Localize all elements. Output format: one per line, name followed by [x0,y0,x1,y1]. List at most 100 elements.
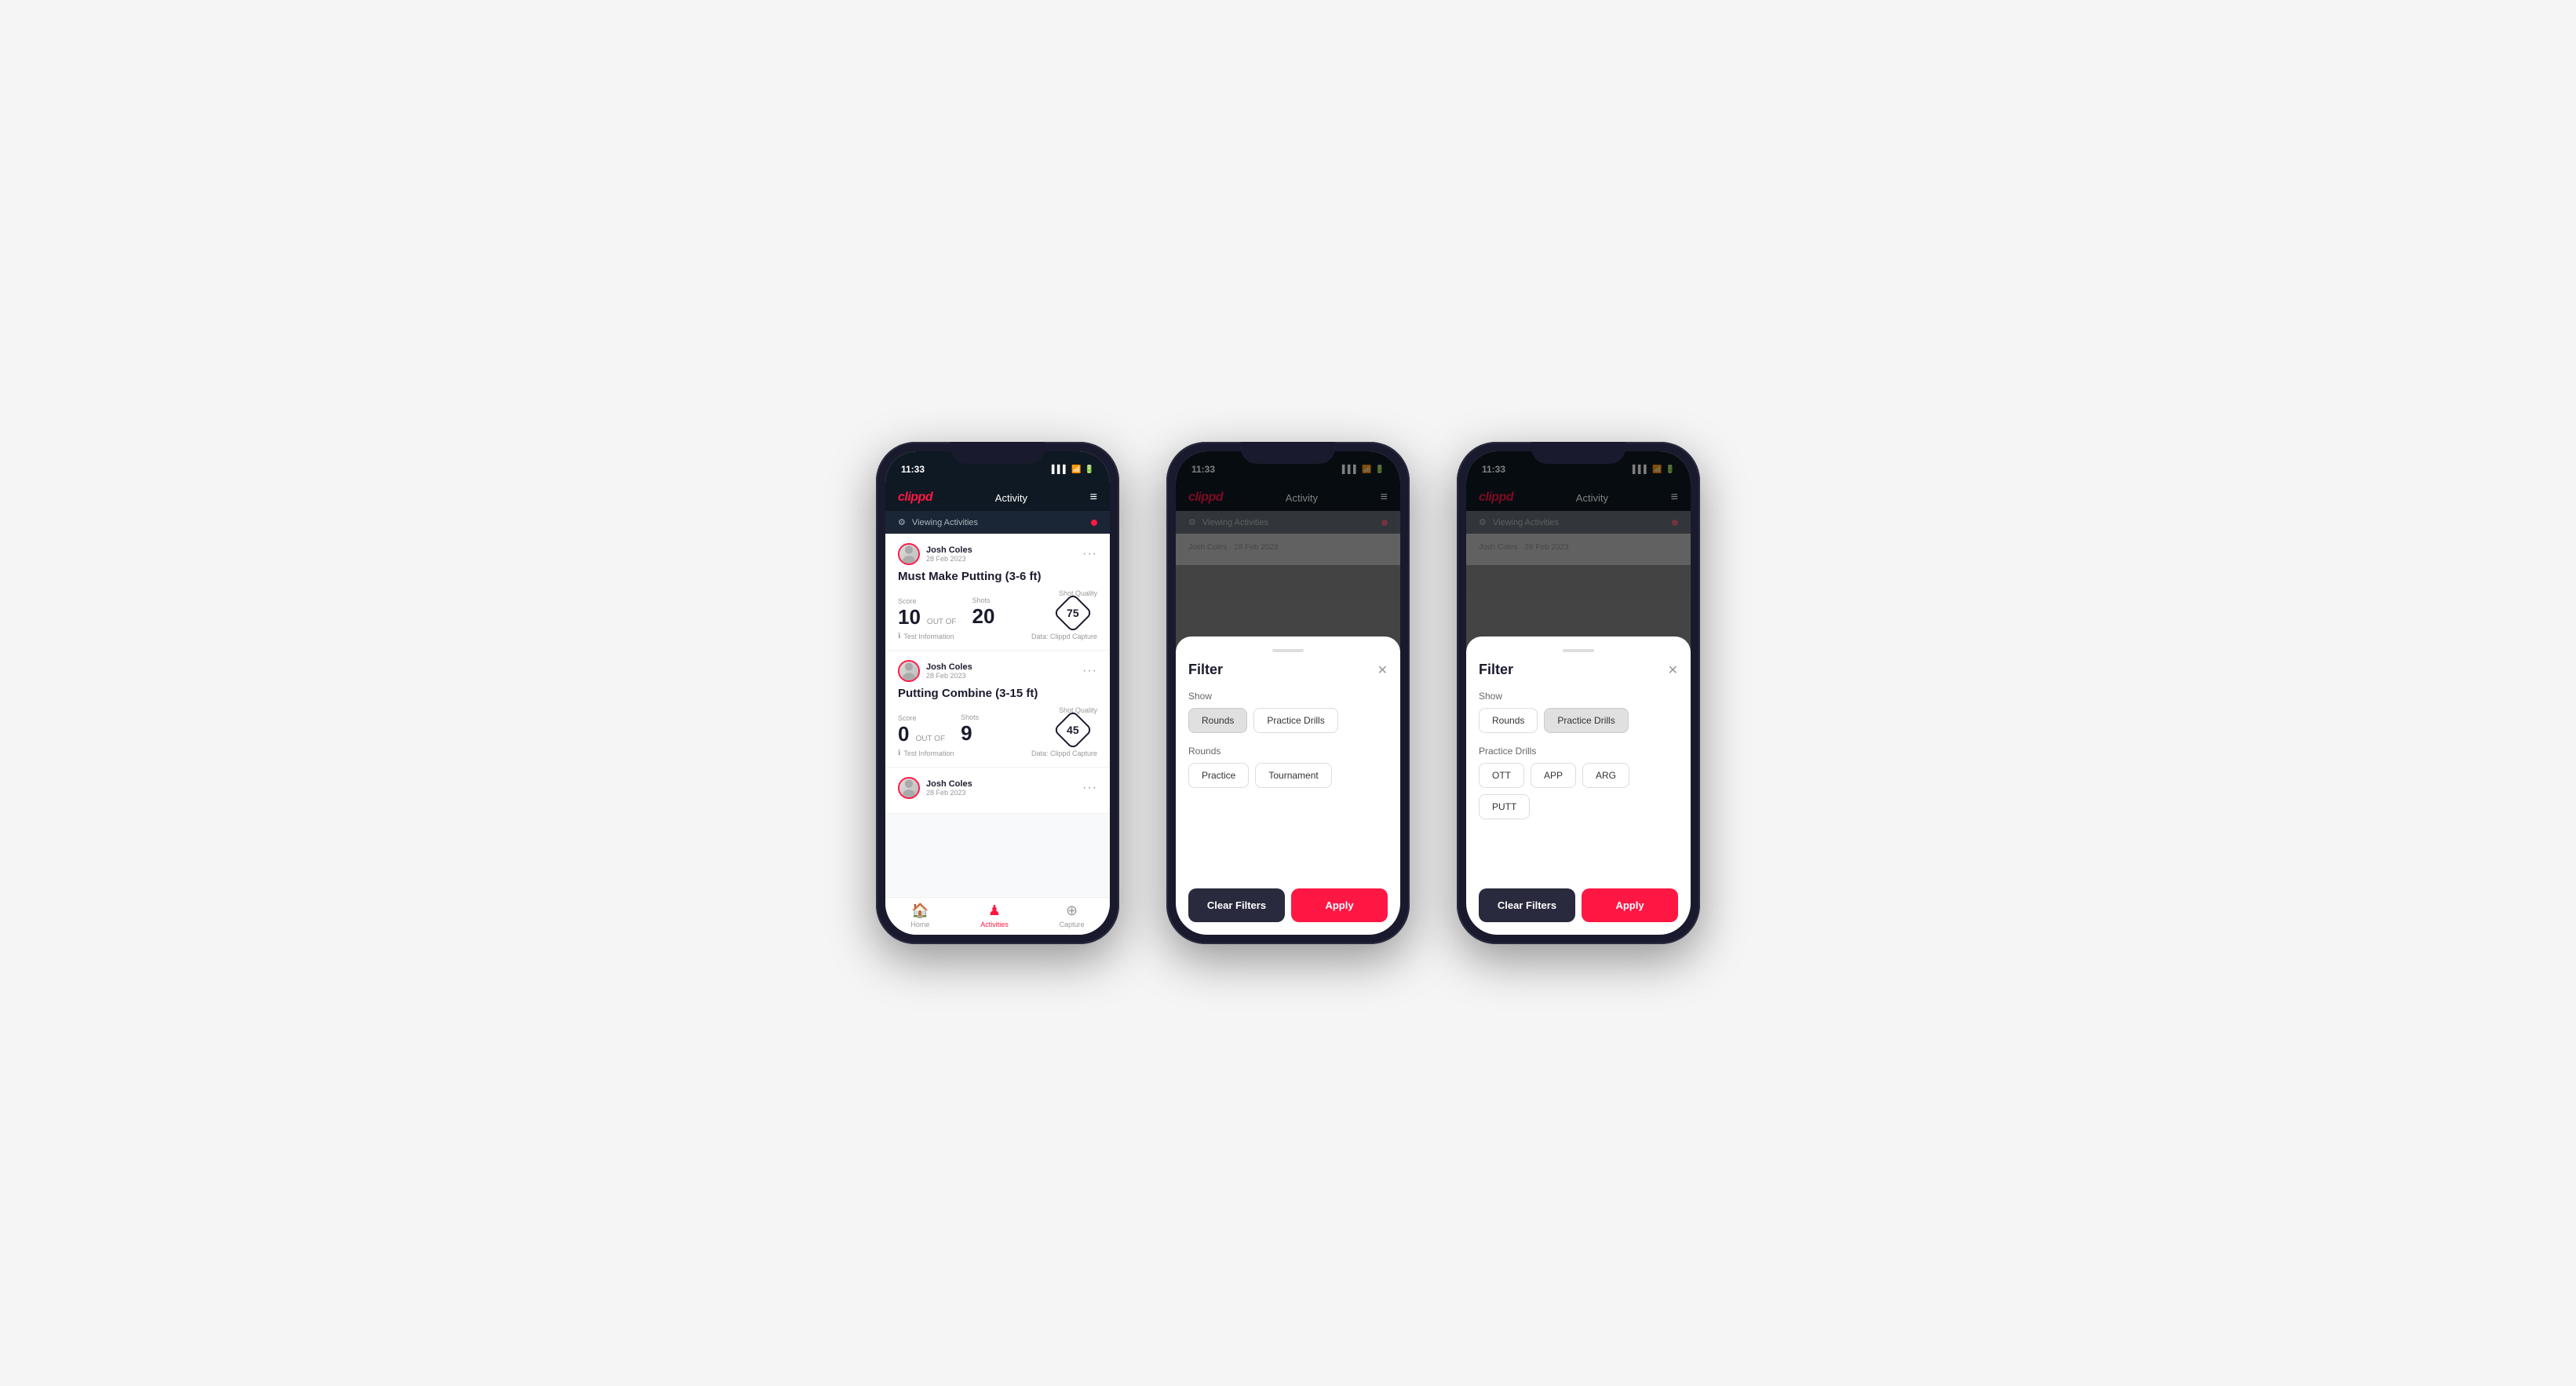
activities-icon: ♟ [988,903,1001,919]
battery-icon-1: 🔋 [1085,465,1094,474]
user-info-1: Josh Coles 28 Feb 2023 [898,543,972,565]
more-dots-3[interactable]: ··· [1082,781,1097,795]
modal-header-3: Filter ✕ [1479,662,1678,678]
avatar-3 [898,777,920,799]
stats-row-2: Score 0 OUT OF Shots 9 Shot Quality [898,706,1097,744]
test-info-2: ℹ Test Information [898,749,954,757]
more-dots-2[interactable]: ··· [1082,664,1097,678]
show-buttons-3: Rounds Practice Drills [1479,708,1678,733]
modal-title-2: Filter [1188,662,1223,678]
practice-drills-btn-3[interactable]: Practice Drills [1544,708,1628,733]
red-dot-1 [1091,520,1097,526]
rounds-label-2: Rounds [1188,746,1388,757]
activity-title-2: Putting Combine (3-15 ft) [898,687,1097,700]
user-date-1: 28 Feb 2023 [926,555,972,563]
nav-activities-label: Activities [980,921,1009,928]
nav-capture[interactable]: ⊕ Capture [1060,903,1085,928]
shot-quality-stat-1: Shot Quality 75 [1059,589,1097,627]
shots-value-2: 9 [961,721,972,745]
user-name-3: Josh Coles [926,779,972,789]
data-source-2: Data: Clippd Capture [1031,750,1097,757]
activity-card-3: Josh Coles 28 Feb 2023 ··· [885,768,1110,814]
score-label-1: Score [898,597,960,605]
phone-2: 11:33 ▌▌▌ 📶 🔋 clippd Activity ≡ ⚙ Viewin… [1166,442,1410,944]
apply-btn-2[interactable]: Apply [1291,888,1388,922]
putt-btn-3[interactable]: PUTT [1479,794,1530,819]
signal-icon-1: ▌▌▌ [1052,465,1068,474]
sq-value-1: 75 [1067,607,1079,619]
arg-btn-3[interactable]: ARG [1582,763,1629,788]
shots-stat-2: Shots 9 [961,713,979,744]
show-buttons-2: Rounds Practice Drills [1188,708,1388,733]
header-title-1: Activity [995,492,1027,504]
nav-home-label: Home [910,921,929,928]
more-dots-1[interactable]: ··· [1082,547,1097,561]
avatar-inner-1 [899,545,918,564]
practice-round-btn-2[interactable]: Practice [1188,763,1249,788]
clear-filters-btn-2[interactable]: Clear Filters [1188,888,1285,922]
avatar-inner-3 [899,779,918,797]
user-text-1: Josh Coles 28 Feb 2023 [926,545,972,563]
clear-filters-btn-3[interactable]: Clear Filters [1479,888,1575,922]
modal-footer-3: Clear Filters Apply [1479,876,1678,922]
shots-value-1: 20 [972,604,995,628]
wifi-icon-1: 📶 [1071,465,1081,474]
viewing-label-1: Viewing Activities [912,518,978,527]
modal-sheet-3: Filter ✕ Show Rounds Practice Drills Pra… [1466,636,1691,935]
shot-quality-stat-2: Shot Quality 45 [1059,706,1097,744]
practice-drills-btn-2[interactable]: Practice Drills [1253,708,1337,733]
show-section-2: Show Rounds Practice Drills [1188,691,1388,733]
notch-1 [950,442,1045,464]
info-icon-1: ℹ [898,632,900,640]
user-name-1: Josh Coles [926,545,972,555]
avatar-inner-2 [899,662,918,680]
score-label-2: Score [898,714,948,722]
rounds-btn-3[interactable]: Rounds [1479,708,1538,733]
user-info-3: Josh Coles 28 Feb 2023 [898,777,972,799]
activity-card-1: Josh Coles 28 Feb 2023 ··· Must Make Put… [885,534,1110,651]
sq-badge-2: 45 [1053,710,1093,750]
shots-label-2: Shots [961,713,979,721]
app-header-1: clippd Activity ≡ [885,484,1110,511]
modal-handle-2 [1272,649,1304,652]
out-of-1: OUT OF [927,618,957,626]
user-date-3: 28 Feb 2023 [926,789,972,797]
phones-container: 11:33 ▌▌▌ 📶 🔋 clippd Activity ≡ ⚙ Viewin… [876,442,1700,944]
card-footer-1: ℹ Test Information Data: Clippd Capture [898,632,1097,640]
sq-label-2: Shot Quality [1059,706,1097,714]
modal-sheet-2: Filter ✕ Show Rounds Practice Drills Rou… [1176,636,1400,935]
phone-1: 11:33 ▌▌▌ 📶 🔋 clippd Activity ≡ ⚙ Viewin… [876,442,1119,944]
sq-label-1: Shot Quality [1059,589,1097,597]
nav-activities[interactable]: ♟ Activities [980,903,1009,928]
ott-btn-3[interactable]: OTT [1479,763,1524,788]
home-icon: 🏠 [911,903,929,919]
sq-badge-1: 75 [1053,593,1093,633]
screen-1: 11:33 ▌▌▌ 📶 🔋 clippd Activity ≡ ⚙ Viewin… [885,451,1110,935]
menu-icon-1[interactable]: ≡ [1090,491,1097,505]
app-btn-3[interactable]: APP [1531,763,1576,788]
shots-label-1: Shots [972,596,995,604]
tournament-round-btn-2[interactable]: Tournament [1255,763,1331,788]
info-icon-2: ℹ [898,749,900,757]
nav-home[interactable]: 🏠 Home [910,903,929,928]
out-of-2: OUT OF [915,735,945,743]
drills-section-3: Practice Drills OTT APP ARG PUTT [1479,746,1678,819]
close-btn-3[interactable]: ✕ [1668,662,1678,678]
shots-stat-1: Shots 20 [972,596,995,627]
rounds-btn-2[interactable]: Rounds [1188,708,1247,733]
bottom-nav-1: 🏠 Home ♟ Activities ⊕ Capture [885,897,1110,935]
close-btn-2[interactable]: ✕ [1377,662,1388,678]
drills-buttons-3: OTT APP ARG PUTT [1479,763,1678,819]
score-stat-1: Score 10 OUT OF [898,597,960,627]
show-label-2: Show [1188,691,1388,702]
apply-btn-3[interactable]: Apply [1582,888,1678,922]
score-value-2: 0 [898,724,909,744]
viewing-banner-1[interactable]: ⚙ Viewing Activities [885,511,1110,534]
rounds-buttons-2: Practice Tournament [1188,763,1388,788]
user-text-2: Josh Coles 28 Feb 2023 [926,662,972,680]
user-name-2: Josh Coles [926,662,972,672]
activity-card-2: Josh Coles 28 Feb 2023 ··· Putting Combi… [885,651,1110,768]
avatar-2 [898,660,920,682]
avatar-1 [898,543,920,565]
card-header-2: Josh Coles 28 Feb 2023 ··· [898,660,1097,682]
